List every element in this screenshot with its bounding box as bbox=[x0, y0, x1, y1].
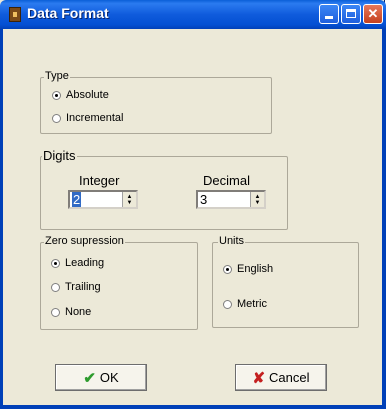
integer-spin-arrows-icon[interactable]: ▲ ▼ bbox=[122, 192, 136, 207]
radio-metric-label: Metric bbox=[237, 298, 267, 310]
radio-none-indicator[interactable] bbox=[51, 307, 60, 317]
radio-absolute-label: Absolute bbox=[66, 89, 109, 101]
integer-label: Integer bbox=[79, 173, 120, 188]
radio-english[interactable]: English bbox=[223, 262, 273, 276]
ok-button[interactable]: ✔ OK bbox=[55, 364, 147, 391]
radio-absolute[interactable]: Absolute bbox=[52, 88, 109, 102]
close-button[interactable]: ✕ bbox=[363, 4, 383, 24]
radio-metric-indicator[interactable] bbox=[223, 299, 232, 309]
dialog-window: Data Format ✕ Type Absolute Incremental … bbox=[0, 0, 386, 409]
radio-incremental-label: Incremental bbox=[66, 112, 124, 124]
x-icon: ✘ bbox=[252, 369, 266, 387]
window-border-right bbox=[382, 29, 386, 409]
radio-leading[interactable]: Leading bbox=[51, 256, 104, 270]
maximize-button[interactable] bbox=[341, 4, 361, 24]
ok-button-label: OK bbox=[99, 370, 119, 385]
radio-incremental-indicator[interactable] bbox=[52, 113, 61, 123]
title-bar[interactable]: Data Format ✕ bbox=[0, 0, 386, 29]
radio-leading-indicator[interactable] bbox=[51, 258, 60, 268]
radio-trailing[interactable]: Trailing bbox=[51, 280, 101, 294]
close-icon: ✕ bbox=[367, 6, 379, 21]
minimize-button[interactable] bbox=[319, 4, 339, 24]
radio-trailing-indicator[interactable] bbox=[51, 282, 60, 292]
window-title: Data Format bbox=[27, 5, 109, 21]
type-group-legend: Type bbox=[44, 70, 70, 82]
cancel-button-label: Cancel bbox=[269, 370, 310, 385]
radio-english-indicator[interactable] bbox=[223, 264, 232, 274]
decimal-label: Decimal bbox=[203, 173, 250, 188]
integer-value[interactable]: 2 bbox=[72, 192, 82, 207]
minimize-icon bbox=[325, 16, 333, 19]
radio-metric[interactable]: Metric bbox=[223, 297, 267, 311]
maximize-icon bbox=[346, 9, 356, 18]
decimal-value[interactable]: 3 bbox=[200, 192, 207, 207]
radio-none-label: None bbox=[65, 306, 92, 318]
app-icon[interactable] bbox=[9, 7, 21, 22]
digits-group-legend: Digits bbox=[42, 148, 77, 163]
window-border-bottom bbox=[0, 405, 386, 409]
radio-english-label: English bbox=[237, 263, 274, 275]
units-group bbox=[212, 242, 359, 328]
units-group-legend: Units bbox=[218, 235, 246, 247]
checkmark-icon: ✔ bbox=[83, 369, 96, 387]
radio-none[interactable]: None bbox=[51, 305, 91, 319]
type-group bbox=[40, 77, 272, 134]
radio-trailing-label: Trailing bbox=[65, 281, 101, 293]
radio-leading-label: Leading bbox=[65, 257, 105, 269]
decimal-spin-arrows-icon[interactable]: ▲ ▼ bbox=[250, 192, 264, 207]
integer-spinner[interactable]: 2 ▲ ▼ bbox=[68, 190, 138, 209]
zero-suppression-legend: Zero supression bbox=[44, 235, 125, 247]
cancel-button[interactable]: ✘ Cancel bbox=[235, 364, 327, 391]
decimal-spinner[interactable]: 3 ▲ ▼ bbox=[196, 190, 266, 209]
radio-absolute-indicator[interactable] bbox=[52, 90, 61, 100]
radio-incremental[interactable]: Incremental bbox=[52, 111, 123, 125]
window-border-left bbox=[0, 29, 3, 409]
